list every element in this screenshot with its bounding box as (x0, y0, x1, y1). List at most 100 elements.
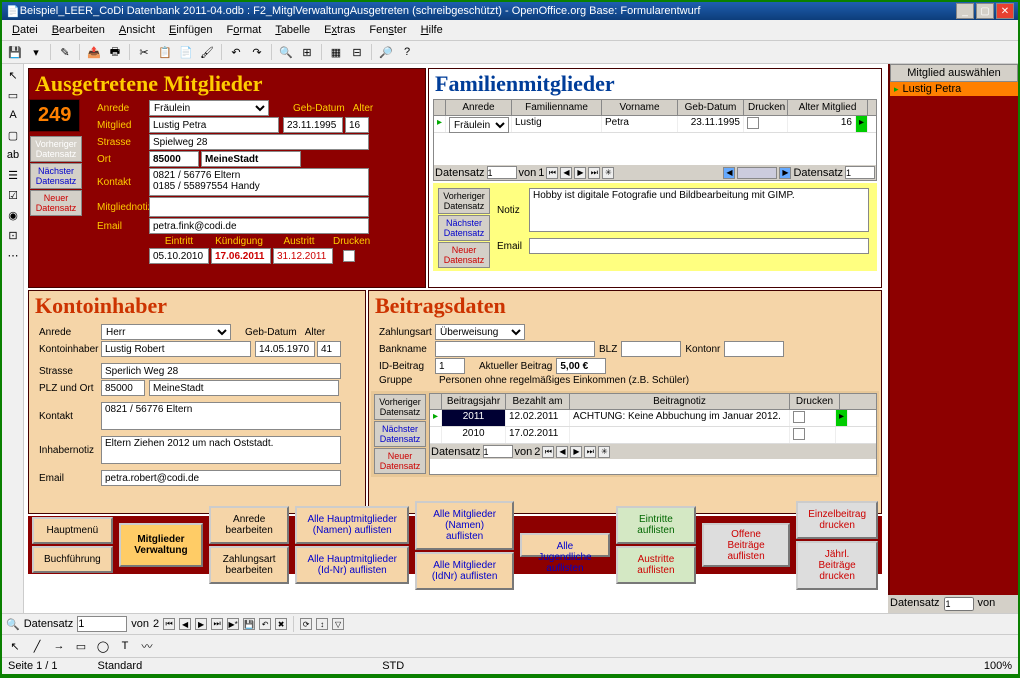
plz-input[interactable] (149, 151, 199, 167)
kuendigung-input[interactable] (211, 248, 271, 264)
nav-last-icon[interactable]: ⏭ (211, 618, 223, 630)
list-icon[interactable]: ☰ (4, 166, 22, 184)
rp-selected-row[interactable]: ▸Lustig Petra (890, 82, 1018, 96)
nav-new-icon[interactable]: ▶* (227, 618, 239, 630)
draw-text-icon[interactable]: T (116, 637, 134, 655)
konto-kontakt-textarea[interactable]: 0821 / 56776 Eltern (101, 402, 341, 430)
data-icon[interactable]: ⊟ (348, 43, 366, 61)
nav-filter-icon[interactable]: ▽ (332, 618, 344, 630)
next-icon[interactable]: ▶ (574, 167, 586, 179)
redo-icon[interactable]: ↷ (248, 43, 266, 61)
konto-strasse-input[interactable] (101, 363, 341, 379)
draw-arrow-icon[interactable]: → (50, 637, 68, 655)
konto-gebdat-input[interactable] (255, 341, 315, 357)
more-icon[interactable]: ⋯ (4, 246, 22, 264)
prev-record-button[interactable]: Vorheriger Datensatz (30, 136, 82, 162)
check-icon[interactable]: ☑ (4, 186, 22, 204)
group-icon[interactable]: ⊡ (4, 226, 22, 244)
beitrag-prev-btn[interactable]: Vorheriger Datensatz (374, 394, 426, 420)
label-icon[interactable]: A (4, 106, 22, 124)
nav-icon[interactable]: ⊞ (298, 43, 316, 61)
beitrag-next-btn[interactable]: Nächster Datensatz (374, 421, 426, 447)
nav-next-icon[interactable]: ▶ (195, 618, 207, 630)
gebdatum-input[interactable] (283, 117, 343, 133)
draw-line-icon[interactable]: ╱ (28, 637, 46, 655)
konto-plz-input[interactable] (101, 380, 145, 396)
alter-input[interactable] (345, 117, 369, 133)
offene-button[interactable]: Offene Beiträge auflisten (702, 523, 790, 567)
allmit-button[interactable]: Alle Mitglieder (Namen) auflisten (415, 501, 514, 550)
fam-notiz-textarea[interactable]: Hobby ist digitale Fotografie und Bildbe… (529, 188, 869, 232)
konto-email-input[interactable] (101, 470, 341, 486)
minimize-button[interactable]: _ (956, 3, 974, 19)
zahlungsart-button[interactable]: Zahlungsart bearbeiten (209, 546, 289, 584)
fam-nav2-input[interactable] (845, 166, 875, 179)
fam-drucken-check[interactable] (747, 117, 759, 129)
next-record-button[interactable]: Nächster Datensatz (30, 163, 82, 189)
pointer-icon[interactable]: ↖ (4, 66, 22, 84)
eintritte-button[interactable]: Eintritte auflisten (616, 506, 696, 544)
mitglieder-button[interactable]: Mitglieder Verwaltung (119, 523, 203, 567)
fam-prev-btn[interactable]: Vorheriger Datensatz (438, 188, 490, 214)
idbeitrag-input[interactable] (435, 358, 465, 374)
form-icon[interactable]: ▦ (327, 43, 345, 61)
ktonr-input[interactable] (724, 341, 784, 357)
zoom-icon[interactable]: 🔎 (377, 43, 395, 61)
bank-input[interactable] (435, 341, 595, 357)
kontakt-textarea[interactable]: 0821 / 56776 Eltern 0185 / 55897554 Hand… (149, 168, 369, 196)
nav-prev-icon[interactable]: ◀ (179, 618, 191, 630)
draw-ellipse-icon[interactable]: ◯ (94, 637, 112, 655)
nav-sort-icon[interactable]: ↕ (316, 618, 328, 630)
allmitid-button[interactable]: Alle Mitglieder (IdNr) auflisten (415, 552, 514, 590)
prev-icon[interactable]: ◀ (560, 167, 572, 179)
scroll-right-icon[interactable]: ▶ (779, 167, 791, 179)
ort-input[interactable] (201, 151, 301, 167)
austritt-input[interactable] (273, 248, 333, 264)
allhaupt-button[interactable]: Alle Hauptmitglieder (Namen) auflisten (295, 506, 409, 544)
konto-notiz-textarea[interactable]: Eltern Ziehen 2012 um nach Oststadt. (101, 436, 341, 464)
beitrag-new-btn[interactable]: Neuer Datensatz (374, 448, 426, 474)
buchfuehrung-button[interactable]: Buchführung (32, 546, 113, 573)
jugend-button[interactable]: Alle Jugendliche auflisten (520, 533, 610, 557)
nav-save-icon[interactable]: 💾 (243, 618, 255, 630)
anrede-select[interactable]: Fräulein (149, 100, 269, 116)
blz-input[interactable] (621, 341, 681, 357)
save-icon[interactable]: 💾 (6, 43, 24, 61)
konto-inhaber-input[interactable] (101, 341, 251, 357)
familie-row[interactable]: ▸ Fräulein Lustig Petra 23.11.1995 16 ▸ (434, 116, 876, 133)
paste-icon[interactable]: 📄 (177, 43, 195, 61)
beitrag-nav-input[interactable] (483, 445, 513, 458)
last-icon[interactable]: ⏭ (588, 167, 600, 179)
hauptmenu-button[interactable]: Hauptmenü (32, 517, 113, 544)
button-icon[interactable]: ▢ (4, 126, 22, 144)
nav-refresh-icon[interactable]: ⟳ (300, 618, 312, 630)
drucken-checkbox[interactable] (343, 250, 355, 262)
mitglied-input[interactable] (149, 117, 279, 133)
fam-new-btn[interactable]: Neuer Datensatz (438, 242, 490, 268)
menu-fenster[interactable]: Fenster (363, 22, 412, 38)
menu-tabelle[interactable]: Tabelle (269, 22, 316, 38)
einzel-button[interactable]: Einzelbeitrag drucken (796, 501, 878, 539)
print-icon[interactable]: 🖶 (106, 43, 124, 61)
find-icon[interactable]: 🔍 (277, 43, 295, 61)
konto-alter-input[interactable] (317, 341, 341, 357)
rp-nav-input[interactable] (944, 597, 974, 611)
draw-rect-icon[interactable]: ▭ (72, 637, 90, 655)
fam-anrede-select[interactable]: Fräulein (449, 117, 509, 133)
beitrag-row-2[interactable]: 2010 17.02.2011 (430, 427, 876, 444)
copy-icon[interactable]: 📋 (156, 43, 174, 61)
draw-curve-icon[interactable]: 〰 (138, 637, 156, 655)
dropdown-icon[interactable]: ▾ (27, 43, 45, 61)
zahlart-select[interactable]: Überweisung (435, 324, 525, 340)
fam-nav1-input[interactable] (487, 166, 517, 179)
brush-icon[interactable]: 🖌 (198, 43, 216, 61)
new-record-button[interactable]: Neuer Datensatz (30, 190, 82, 216)
scroll-left-icon[interactable]: ◀ (723, 167, 735, 179)
beitrag-row-1[interactable]: ▸ 2011 12.02.2011 ACHTUNG: Keine Abbuchu… (430, 410, 876, 427)
nav-del-icon[interactable]: ✖ (275, 618, 287, 630)
binoculars-icon[interactable]: 🔍 (6, 618, 20, 631)
text-icon[interactable]: ab (4, 146, 22, 164)
menu-format[interactable]: Format (220, 22, 267, 38)
fam-email-input[interactable] (529, 238, 869, 254)
fam-next-btn[interactable]: Nächster Datensatz (438, 215, 490, 241)
